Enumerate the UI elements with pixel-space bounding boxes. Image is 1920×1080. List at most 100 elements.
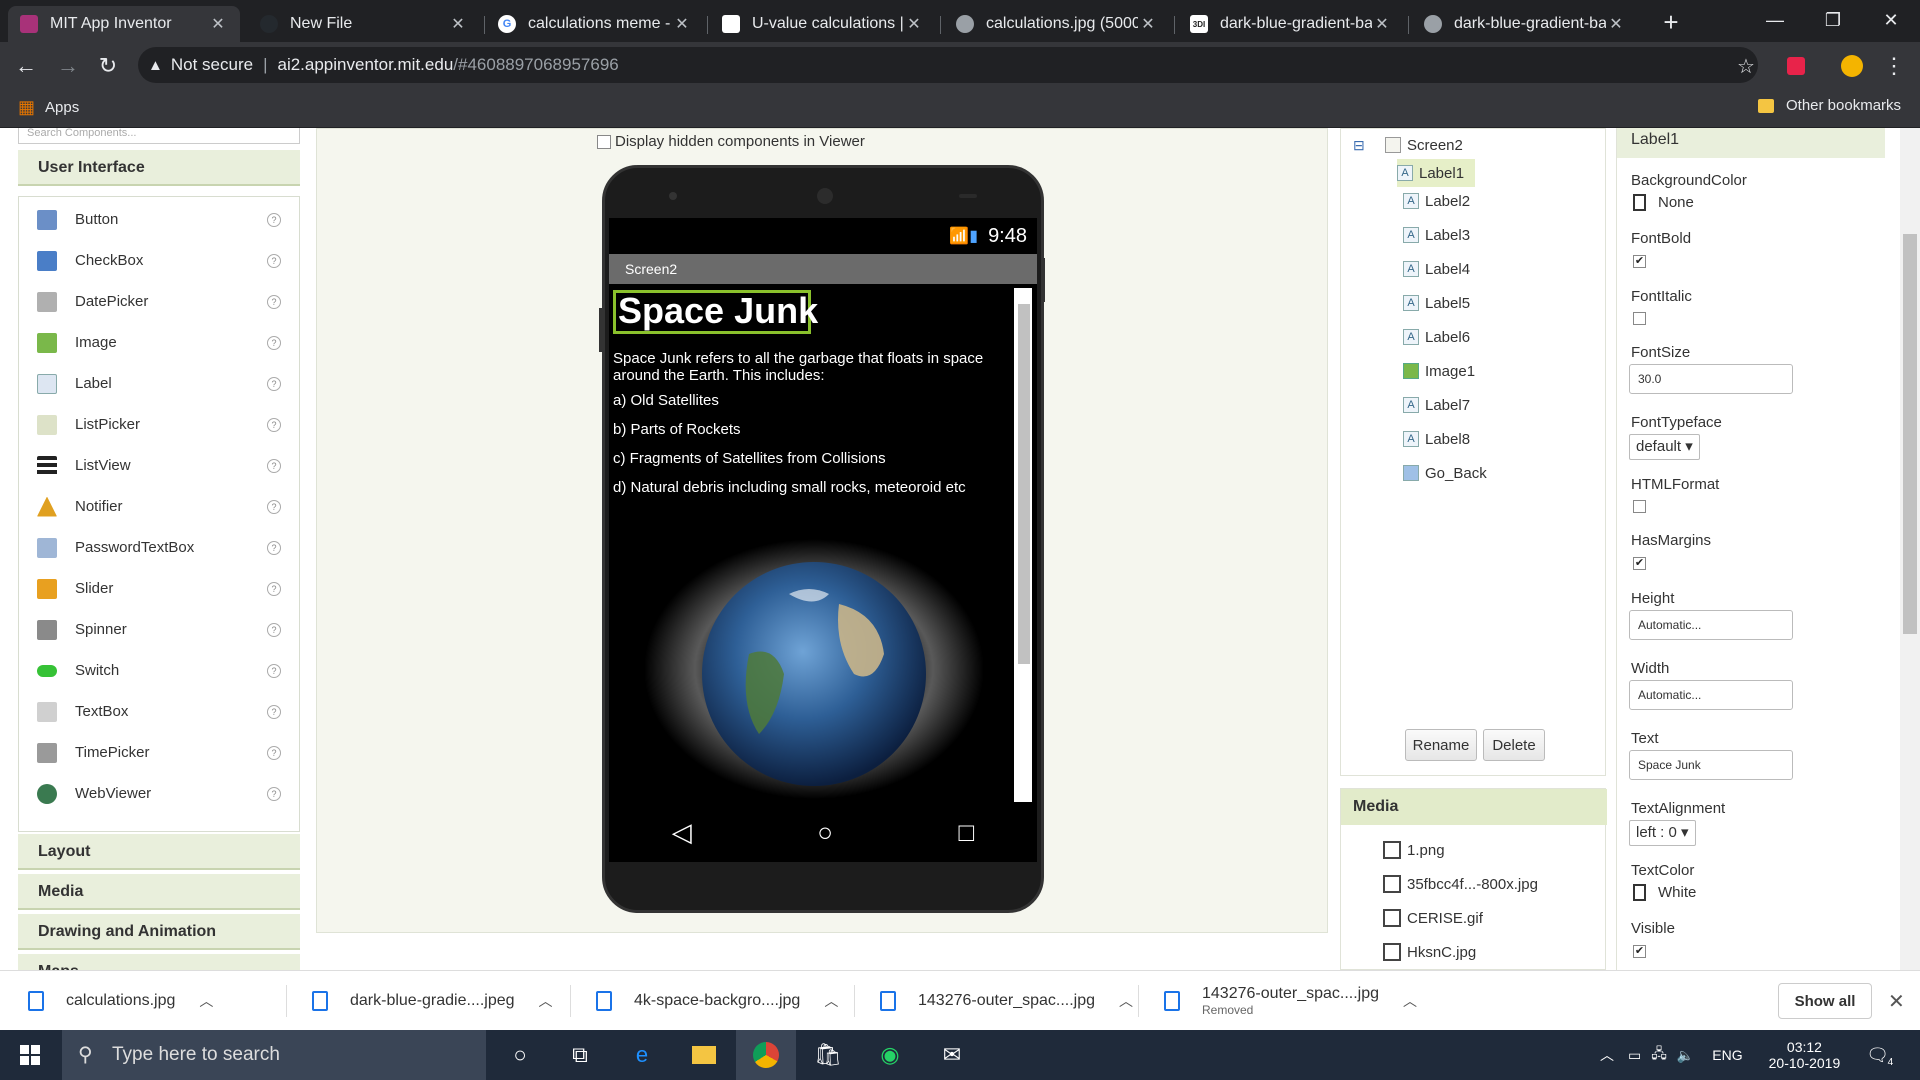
close-tab-icon[interactable]: ✕ bbox=[672, 14, 692, 34]
palette-item-passwordtextbox[interactable]: PasswordTextBox? bbox=[19, 527, 299, 568]
clock[interactable]: 03:12 20-10-2019 bbox=[1769, 1039, 1841, 1071]
media-item[interactable]: 1.png bbox=[1383, 841, 1445, 859]
chevron-up-icon[interactable]: ︿ bbox=[199, 991, 213, 1011]
tab-dark-blue-2[interactable]: dark-blue-gradient-bac ✕ bbox=[1412, 6, 1638, 42]
page-scrollbar-thumb[interactable] bbox=[1903, 234, 1917, 634]
prop-text-input[interactable]: Space Junk bbox=[1629, 750, 1793, 780]
notifications-icon[interactable]: 🗨 4 bbox=[1866, 1045, 1893, 1068]
download-item[interactable]: dark-blue-gradie....jpeg ︿ bbox=[312, 971, 553, 1031]
network-icon[interactable]: 🖧 bbox=[1651, 1043, 1667, 1067]
chevron-up-icon[interactable]: ︿ bbox=[824, 991, 838, 1011]
palette-item-checkbox[interactable]: CheckBox? bbox=[19, 240, 299, 281]
palette-item-label[interactable]: Label? bbox=[19, 363, 299, 404]
reload-icon[interactable]: ↻ bbox=[92, 50, 124, 82]
help-icon[interactable]: ? bbox=[267, 499, 281, 514]
tree-item-label1[interactable]: A Label1 bbox=[1397, 159, 1475, 187]
help-icon[interactable]: ? bbox=[267, 745, 281, 760]
rename-button[interactable]: Rename bbox=[1405, 729, 1477, 761]
close-tab-icon[interactable]: ✕ bbox=[904, 14, 924, 34]
profile-avatar-icon[interactable] bbox=[1836, 50, 1868, 82]
tab-mit-app-inventor[interactable]: MIT App Inventor ✕ bbox=[8, 6, 240, 42]
other-bookmarks[interactable]: Other bookmarks bbox=[1758, 97, 1901, 114]
category-layout[interactable]: Layout bbox=[18, 834, 300, 870]
back-icon[interactable]: ← bbox=[10, 50, 42, 82]
help-icon[interactable]: ? bbox=[267, 458, 281, 473]
label4-bullet[interactable]: b) Parts of Rockets bbox=[613, 421, 741, 438]
category-user-interface[interactable]: User Interface bbox=[18, 150, 300, 186]
prop-height-input[interactable]: Automatic... bbox=[1629, 610, 1793, 640]
prop-fontsize-input[interactable]: 30.0 bbox=[1629, 364, 1793, 394]
palette-item-button[interactable]: Button? bbox=[19, 199, 299, 240]
palette-item-datepicker[interactable]: DatePicker? bbox=[19, 281, 299, 322]
extension-icon[interactable] bbox=[1780, 50, 1812, 82]
image1-earth-debris[interactable] bbox=[609, 534, 1019, 802]
download-item-removed[interactable]: 143276-outer_spac....jpg Removed ︿ bbox=[1164, 971, 1417, 1031]
help-icon[interactable]: ? bbox=[267, 704, 281, 719]
prop-textalignment-dropdown[interactable]: left : 0 ▾ bbox=[1629, 820, 1696, 846]
prop-fonttypeface-dropdown[interactable]: default ▾ bbox=[1629, 434, 1700, 460]
new-tab-icon[interactable]: + bbox=[1655, 6, 1687, 38]
battery-icon[interactable]: ▭ bbox=[1628, 1047, 1641, 1064]
collapse-icon[interactable]: ⊟ bbox=[1353, 137, 1365, 154]
tree-item-label5[interactable]: A Label5 bbox=[1403, 289, 1470, 317]
search-components-input[interactable]: Search Components... bbox=[18, 128, 300, 144]
help-icon[interactable]: ? bbox=[267, 417, 281, 432]
tree-item-label6[interactable]: A Label6 bbox=[1403, 323, 1470, 351]
tab-calculations-meme[interactable]: G calculations meme - Go ✕ bbox=[486, 6, 704, 42]
checkbox-icon[interactable] bbox=[597, 134, 611, 149]
download-item[interactable]: 4k-space-backgro....jpg ︿ bbox=[596, 971, 838, 1031]
file-explorer-icon[interactable] bbox=[674, 1030, 734, 1080]
category-media[interactable]: Media bbox=[18, 874, 300, 910]
category-maps[interactable]: Maps bbox=[18, 954, 300, 970]
restore-icon[interactable]: ❐ bbox=[1804, 0, 1862, 40]
close-tab-icon[interactable]: ✕ bbox=[1138, 14, 1158, 34]
mail-icon[interactable]: ✉ bbox=[922, 1030, 982, 1080]
tab-calculations-jpg[interactable]: calculations.jpg (5000× ✕ bbox=[944, 6, 1170, 42]
close-tab-icon[interactable]: ✕ bbox=[448, 14, 468, 34]
prop-width-input[interactable]: Automatic... bbox=[1629, 680, 1793, 710]
palette-item-textbox[interactable]: TextBox? bbox=[19, 691, 299, 732]
tree-item-image1[interactable]: Image1 bbox=[1403, 357, 1475, 385]
delete-button[interactable]: Delete bbox=[1483, 729, 1545, 761]
store-icon[interactable]: 🛍 bbox=[798, 1030, 858, 1080]
tree-item-go-back[interactable]: Go_Back bbox=[1403, 459, 1487, 487]
chevron-up-icon[interactable]: ︿ bbox=[1403, 991, 1417, 1011]
page-scrollbar[interactable] bbox=[1900, 128, 1920, 970]
download-item[interactable]: calculations.jpg ︿ bbox=[28, 971, 213, 1031]
palette-item-listpicker[interactable]: ListPicker? bbox=[19, 404, 299, 445]
media-item[interactable]: 35fbcc4f...-800x.jpg bbox=[1383, 875, 1538, 893]
tree-item-label3[interactable]: A Label3 bbox=[1403, 221, 1470, 249]
back-triangle-icon[interactable]: ◁ bbox=[672, 817, 692, 848]
help-icon[interactable]: ? bbox=[267, 581, 281, 596]
palette-item-spinner[interactable]: Spinner? bbox=[19, 609, 299, 650]
chrome-icon[interactable] bbox=[736, 1030, 796, 1080]
volume-icon[interactable]: 🔈 bbox=[1677, 1047, 1694, 1064]
prop-fontbold-checkbox[interactable]: ✔ bbox=[1633, 255, 1646, 268]
display-hidden-checkbox[interactable]: Display hidden components in Viewer bbox=[597, 133, 865, 150]
palette-item-timepicker[interactable]: TimePicker? bbox=[19, 732, 299, 773]
media-item[interactable]: CERISE.gif bbox=[1383, 909, 1483, 927]
taskbar-search-input[interactable]: ⚲ Type here to search bbox=[62, 1030, 486, 1080]
language-indicator[interactable]: ENG bbox=[1712, 1047, 1742, 1063]
close-tab-icon[interactable]: ✕ bbox=[1372, 14, 1392, 34]
recents-square-icon[interactable]: □ bbox=[959, 817, 975, 848]
forward-icon[interactable]: → bbox=[52, 50, 84, 82]
help-icon[interactable]: ? bbox=[267, 212, 281, 227]
help-icon[interactable]: ? bbox=[267, 663, 281, 678]
help-icon[interactable]: ? bbox=[267, 622, 281, 637]
chevron-up-icon[interactable]: ︿ bbox=[1119, 991, 1133, 1011]
chevron-up-icon[interactable]: ︿ bbox=[1600, 1045, 1614, 1065]
address-bar[interactable]: ▲ Not secure | ai2.appinventor.mit.edu /… bbox=[138, 47, 1758, 83]
palette-item-switch[interactable]: Switch? bbox=[19, 650, 299, 691]
label1-space-junk[interactable]: Space Junk bbox=[613, 290, 818, 334]
whatsapp-icon[interactable]: ◉ bbox=[860, 1030, 920, 1080]
menu-icon[interactable]: ⋮ bbox=[1878, 50, 1910, 82]
palette-item-slider[interactable]: Slider? bbox=[19, 568, 299, 609]
palette-item-listview[interactable]: ListView? bbox=[19, 445, 299, 486]
label6-bullet[interactable]: d) Natural debris including small rocks,… bbox=[613, 479, 966, 496]
tree-item-screen2[interactable]: Screen2 bbox=[1385, 131, 1463, 159]
show-all-button[interactable]: Show all bbox=[1778, 983, 1872, 1019]
download-item[interactable]: 143276-outer_spac....jpg ︿ bbox=[880, 971, 1133, 1031]
tree-item-label4[interactable]: A Label4 bbox=[1403, 255, 1470, 283]
label5-bullet[interactable]: c) Fragments of Satellites from Collisio… bbox=[613, 450, 886, 467]
